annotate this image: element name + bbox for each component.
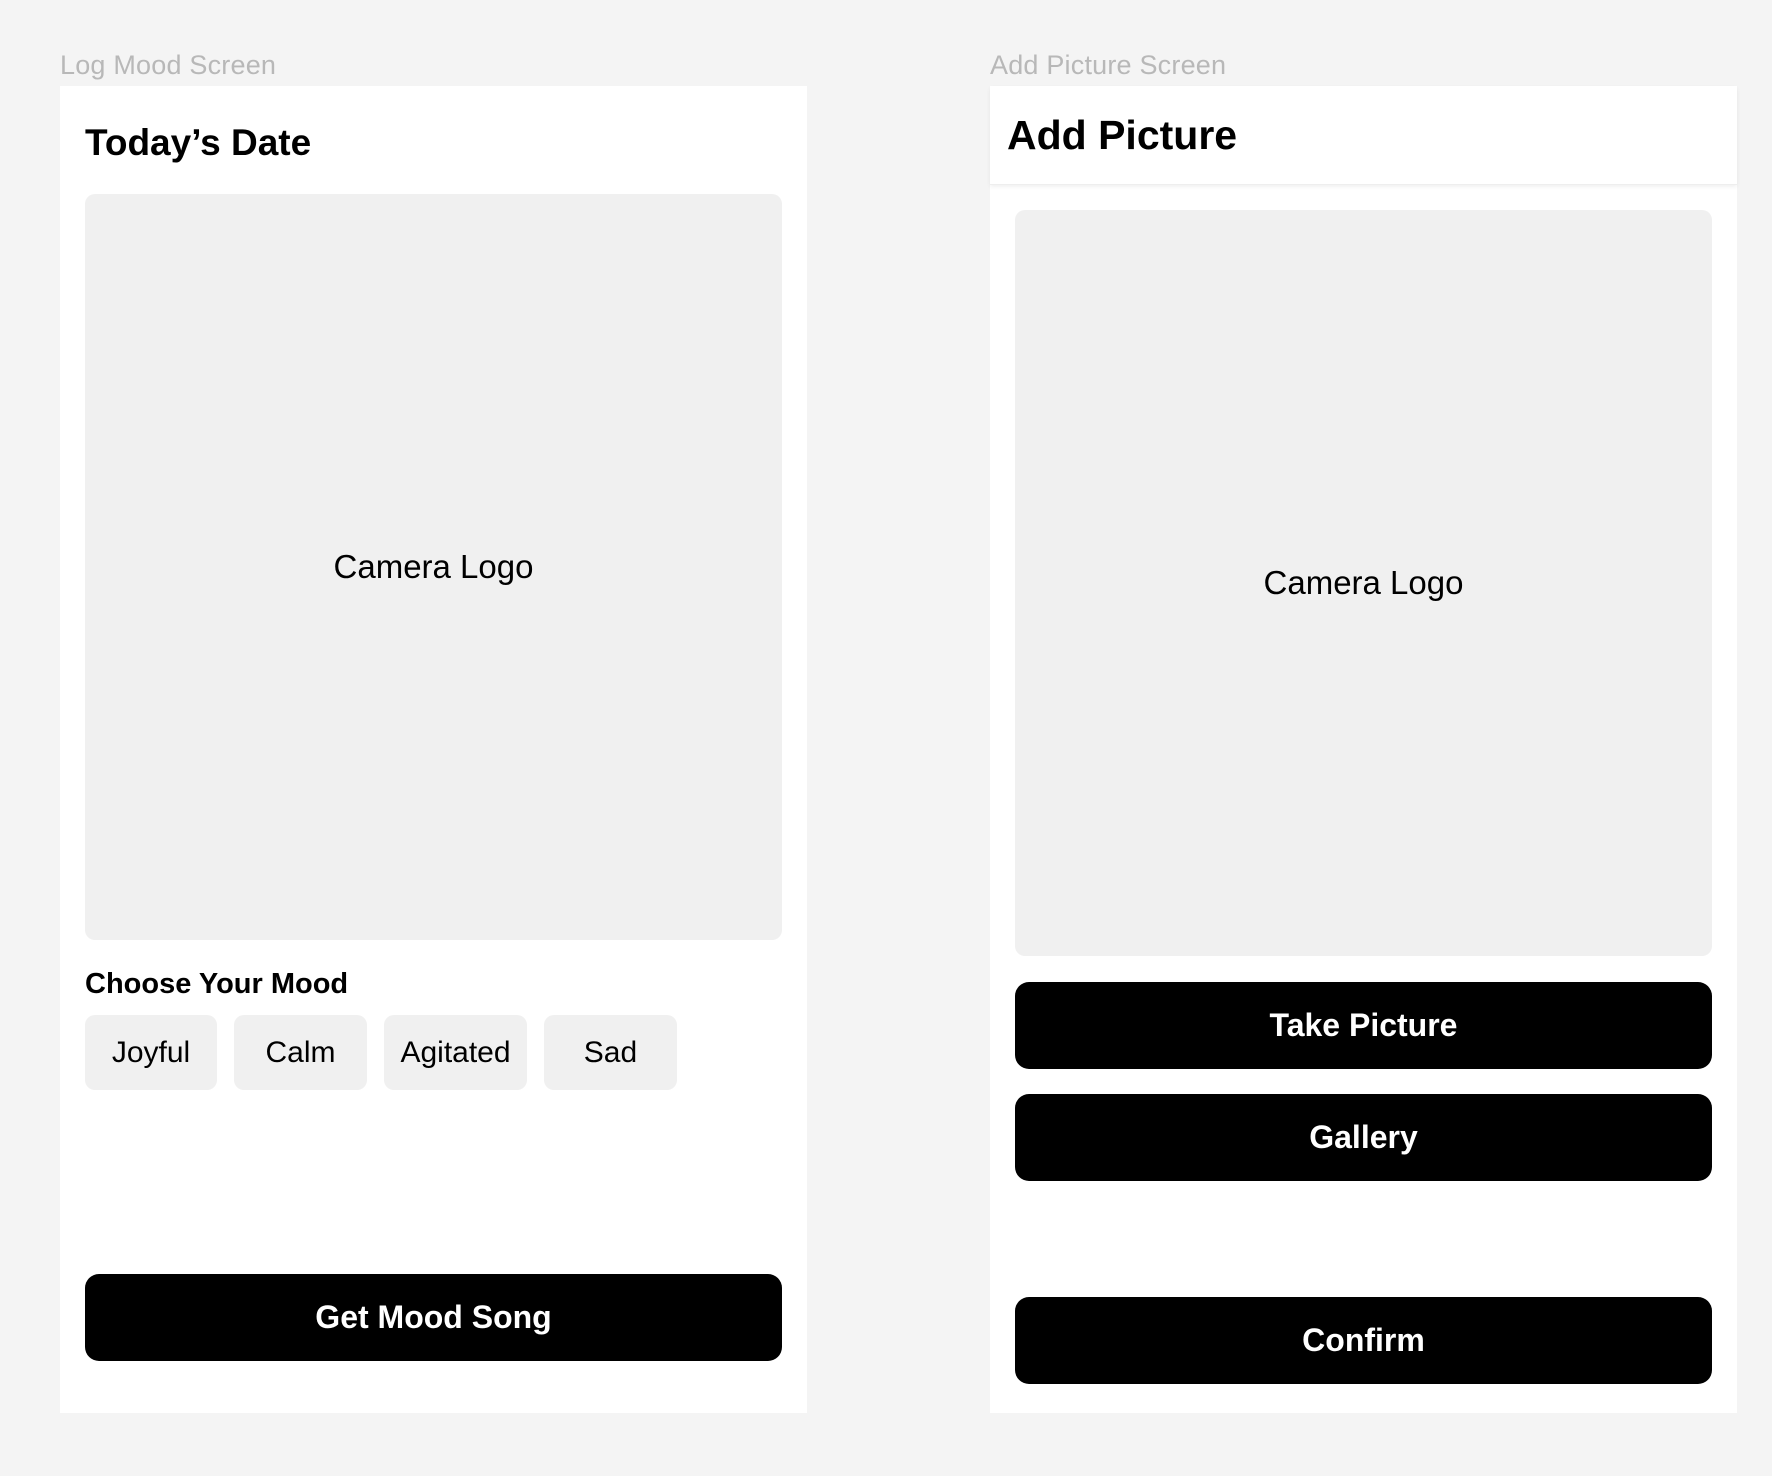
add-picture-screen: Add Picture Camera Logo Take Picture Gal…: [990, 86, 1737, 1413]
mood-chip-calm[interactable]: Calm: [234, 1015, 367, 1090]
mood-chip-sad[interactable]: Sad: [544, 1015, 677, 1090]
mood-chip-joyful[interactable]: Joyful: [85, 1015, 217, 1090]
page-title: Add Picture: [1007, 112, 1238, 158]
mood-chip-agitated[interactable]: Agitated: [384, 1015, 527, 1090]
log-mood-screen: Today’s Date Camera Logo Choose Your Moo…: [60, 86, 807, 1413]
photo-placeholder[interactable]: Camera Logo: [1015, 210, 1712, 956]
mood-heading: Choose Your Mood: [85, 968, 349, 1000]
photo-placeholder[interactable]: Camera Logo: [85, 194, 782, 940]
get-mood-song-button[interactable]: Get Mood Song: [85, 1274, 782, 1361]
confirm-button[interactable]: Confirm: [1015, 1297, 1712, 1384]
frame-label-log-mood: Log Mood Screen: [60, 50, 277, 80]
take-picture-button[interactable]: Take Picture: [1015, 982, 1712, 1069]
frame-label-add-picture: Add Picture Screen: [990, 50, 1227, 80]
app-header: Add Picture: [990, 86, 1737, 185]
page-title: Today’s Date: [85, 122, 312, 163]
camera-logo-label: Camera Logo: [333, 548, 534, 585]
mood-chip-group: Joyful Calm Agitated Sad: [85, 1015, 677, 1090]
gallery-button[interactable]: Gallery: [1015, 1094, 1712, 1181]
camera-logo-label: Camera Logo: [1263, 564, 1464, 601]
